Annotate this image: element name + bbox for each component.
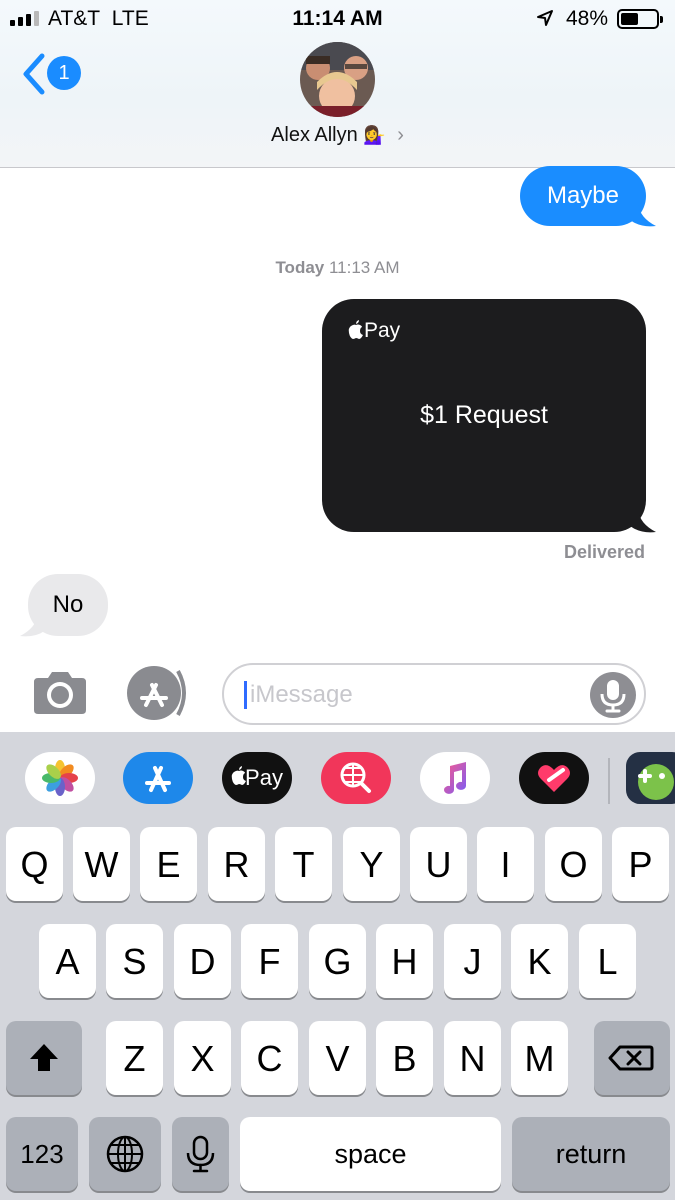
apple-pay-app-label: Pay	[245, 765, 283, 790]
apple-pay-logo: Pay	[348, 319, 400, 343]
globe-icon	[106, 1135, 144, 1173]
delete-key[interactable]	[594, 1021, 670, 1095]
numbers-key[interactable]: 123	[6, 1117, 78, 1191]
app-store-app-button[interactable]	[123, 752, 193, 804]
key-u[interactable]: U	[410, 827, 467, 901]
photos-icon	[42, 760, 78, 796]
music-app-button[interactable]	[420, 752, 490, 804]
key-d[interactable]: D	[174, 924, 231, 998]
key-l[interactable]: L	[579, 924, 636, 998]
key-f[interactable]: F	[241, 924, 298, 998]
contact-avatar[interactable]	[300, 42, 375, 117]
chevron-right-icon: ›	[397, 124, 404, 146]
key-a[interactable]: A	[39, 924, 96, 998]
outgoing-bubble-tail	[628, 204, 656, 227]
dictation-button[interactable]	[590, 672, 636, 718]
text-cursor	[244, 681, 247, 709]
contact-name: Alex Allyn	[271, 124, 358, 146]
space-key[interactable]: space	[240, 1117, 501, 1191]
delivery-status: Delivered	[563, 542, 645, 562]
key-j[interactable]: J	[444, 924, 501, 998]
key-c[interactable]: C	[241, 1021, 298, 1095]
location-arrow-icon	[537, 10, 553, 26]
battery-icon	[617, 9, 663, 29]
key-i[interactable]: I	[477, 827, 534, 901]
apple-logo-icon	[348, 320, 363, 339]
key-x[interactable]: X	[174, 1021, 231, 1095]
photos-app-button[interactable]	[25, 752, 95, 804]
dictation-key[interactable]	[172, 1117, 229, 1191]
web-search-app-button[interactable]	[321, 752, 391, 804]
digital-touch-app-button[interactable]	[519, 752, 589, 804]
key-n[interactable]: N	[444, 1021, 501, 1095]
keyboard: Q W E R T Y U I O P A S D F G H J K L Z …	[0, 820, 675, 1200]
key-v[interactable]: V	[309, 1021, 366, 1095]
key-g[interactable]: G	[309, 924, 366, 998]
key-w[interactable]: W	[73, 827, 130, 901]
conversation-header: AT&T LTE 11:14 AM 48% 1 Alex Allyn 💁‍♀️ …	[0, 0, 675, 168]
apple-pay-app-button[interactable]: Pay	[222, 752, 292, 804]
apple-pay-request-amount: $1 Request	[420, 401, 548, 429]
key-o[interactable]: O	[545, 827, 602, 901]
microphone-icon	[186, 1135, 215, 1173]
battery-percent: 48%	[566, 7, 609, 30]
apple-pay-request-card[interactable]: Pay $1 Request	[322, 299, 646, 532]
app-store-icon	[145, 766, 171, 792]
key-k[interactable]: K	[511, 924, 568, 998]
contact-name-button[interactable]: Alex Allyn 💁‍♀️ ›	[0, 124, 675, 147]
key-m[interactable]: M	[511, 1021, 568, 1095]
key-s[interactable]: S	[106, 924, 163, 998]
game-app-button[interactable]	[626, 752, 675, 804]
shift-arrow-icon	[30, 1044, 58, 1071]
key-p[interactable]: P	[612, 827, 669, 901]
microphone-icon	[600, 680, 626, 713]
status-bar: AT&T LTE 11:14 AM 48%	[0, 0, 675, 38]
incoming-bubble-tail	[20, 614, 48, 637]
digital-touch-icon	[538, 765, 570, 792]
app-drawer-divider	[608, 758, 610, 804]
return-key[interactable]: return	[512, 1117, 670, 1191]
key-h[interactable]: H	[376, 924, 433, 998]
apple-pay-bubble-tail	[628, 510, 656, 533]
key-b[interactable]: B	[376, 1021, 433, 1095]
key-z[interactable]: Z	[106, 1021, 163, 1095]
globe-key[interactable]	[89, 1117, 161, 1191]
message-timestamp: Today 11:13 AM	[275, 258, 400, 277]
shift-key[interactable]	[6, 1021, 82, 1095]
message-input-placeholder: iMessage	[250, 681, 353, 708]
music-icon	[444, 762, 466, 794]
key-q[interactable]: Q	[6, 827, 63, 901]
unread-count-badge[interactable]: 1	[47, 56, 81, 90]
camera-icon[interactable]	[30, 670, 90, 716]
contact-emoji: 💁‍♀️	[363, 125, 386, 145]
key-t[interactable]: T	[275, 827, 332, 901]
key-r[interactable]: R	[208, 827, 265, 901]
web-search-icon	[340, 762, 371, 793]
message-input-bar: iMessage	[0, 654, 675, 732]
game-icon	[638, 764, 674, 800]
imessage-app-drawer: Pay	[0, 732, 675, 827]
app-store-icon[interactable]	[126, 665, 190, 721]
backspace-icon	[608, 1045, 654, 1071]
message-input[interactable]: iMessage	[222, 663, 646, 725]
key-y[interactable]: Y	[343, 827, 400, 901]
key-e[interactable]: E	[140, 827, 197, 901]
